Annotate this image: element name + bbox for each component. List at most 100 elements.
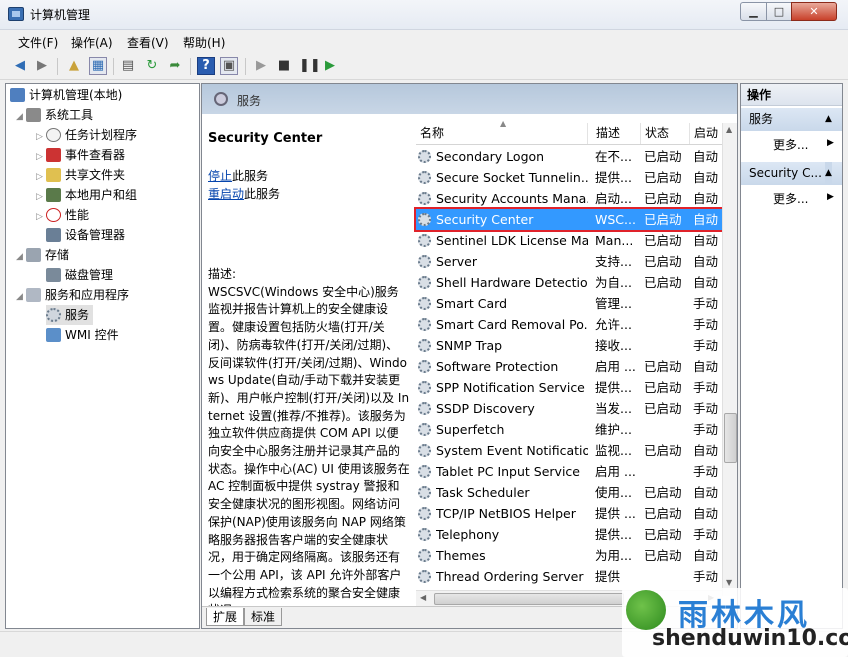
service-row[interactable]: Themes 为用... 已启动 自动 <box>416 545 722 566</box>
horizontal-scroll-thumb[interactable] <box>434 593 624 605</box>
tree-item-performance[interactable]: ▷ 性能 <box>36 205 89 225</box>
restart-service-link[interactable]: 重启动 <box>208 187 244 201</box>
refresh-icon[interactable]: ↻ <box>143 57 161 75</box>
tree-item-wmi-control[interactable]: WMI 控件 <box>46 325 119 345</box>
properties-icon[interactable]: ▤ <box>119 57 137 75</box>
collapse-arrow-icon[interactable]: ◢ <box>16 287 26 307</box>
menu-view[interactable]: 查看(V) <box>127 34 169 51</box>
more-actions-link[interactable]: 更多... <box>773 190 808 207</box>
view-icon[interactable]: ▣ <box>220 57 238 75</box>
service-row[interactable]: Thread Ordering Server 提供 手动 <box>416 566 722 587</box>
tree-item-task-scheduler[interactable]: ▷ 任务计划程序 <box>36 125 137 145</box>
tree-item-services-and-apps[interactable]: ◢ 服务和应用程序 <box>16 285 129 305</box>
expand-arrow-icon[interactable]: ▷ <box>36 207 46 227</box>
back-arrow-icon[interactable]: ◀ <box>11 57 29 75</box>
service-startup-type: 自动 <box>693 170 719 185</box>
actions-section-services[interactable]: 服务 ▲ <box>741 108 842 131</box>
actions-section-security-center[interactable]: Security C... ▲ <box>741 162 842 185</box>
help-icon[interactable]: ? <box>197 57 215 75</box>
service-description-cell: 启用 ... <box>595 464 636 479</box>
service-row[interactable]: Server 支持... 已启动 自动 <box>416 251 722 272</box>
tree-item-event-viewer[interactable]: ▷ 事件查看器 <box>36 145 125 165</box>
collapse-up-icon[interactable]: ▲ <box>825 162 832 185</box>
tab-extended[interactable]: 扩展 <box>206 608 245 626</box>
submenu-arrow-icon[interactable]: ▶ <box>827 138 834 148</box>
service-row[interactable]: Smart Card Removal Po... 允许... 手动 <box>416 314 722 335</box>
menu-help[interactable]: 帮助(H) <box>183 34 225 51</box>
expand-arrow-icon[interactable]: ▷ <box>36 147 46 167</box>
close-button[interactable]: ✕ <box>791 2 837 21</box>
shared-folder-icon <box>46 168 61 182</box>
pause-icon[interactable]: ❚❚ <box>298 57 321 75</box>
stop-service-link[interactable]: 停止 <box>208 169 232 183</box>
maximize-button[interactable]: □ <box>766 2 792 21</box>
collapse-arrow-icon[interactable]: ◢ <box>16 107 26 127</box>
service-description-cell: 监视... <box>595 443 632 458</box>
service-row[interactable]: Task Scheduler 使用... 已启动 自动 <box>416 482 722 503</box>
service-row[interactable]: SSDP Discovery 当发... 已启动 手动 <box>416 398 722 419</box>
tree-item-shared-folders[interactable]: ▷ 共享文件夹 <box>36 165 125 185</box>
service-description-cell: 提供... <box>595 170 632 185</box>
service-gear-icon <box>418 423 431 436</box>
column-header-description[interactable]: 描述 <box>592 123 641 144</box>
service-row[interactable]: Security Accounts Mana... 启动... 已启动 自动 <box>416 188 722 209</box>
service-row[interactable]: System Event Notificatio... 监视... 已启动 自动 <box>416 440 722 461</box>
up-folder-icon[interactable]: ▲ <box>65 57 83 75</box>
service-startup-type: 手动 <box>693 569 719 584</box>
title-bar[interactable]: 计算机管理 ▁ □ ✕ <box>0 0 848 30</box>
vertical-scrollbar[interactable]: ▲ ▼ <box>722 123 737 596</box>
service-description-cell: 管理... <box>595 296 632 311</box>
submenu-arrow-icon[interactable]: ▶ <box>827 192 834 202</box>
minimize-button[interactable]: ▁ <box>740 2 767 21</box>
resume-icon[interactable]: ▶ <box>321 57 339 75</box>
column-header-status[interactable]: 状态 <box>641 123 690 144</box>
service-row[interactable]: Superfetch 维护... 手动 <box>416 419 722 440</box>
forward-arrow-icon[interactable]: ▶ <box>33 57 51 75</box>
service-row[interactable]: Secure Socket Tunnelin... 提供... 已启动 自动 <box>416 167 722 188</box>
service-row[interactable]: Tablet PC Input Service 启用 ... 手动 <box>416 461 722 482</box>
expand-arrow-icon[interactable]: ▷ <box>36 187 46 207</box>
service-row[interactable]: Software Protection 启用 ... 已启动 自动 <box>416 356 722 377</box>
menu-action[interactable]: 操作(A) <box>71 34 113 51</box>
scroll-down-icon[interactable]: ▼ <box>726 578 732 587</box>
tree-item-device-manager[interactable]: 设备管理器 <box>46 225 125 245</box>
play-icon[interactable]: ▶ <box>252 57 270 75</box>
export-icon[interactable]: ➦ <box>166 57 184 75</box>
more-actions-link[interactable]: 更多... <box>773 136 808 153</box>
service-gear-icon <box>418 297 431 310</box>
collapse-arrow-icon[interactable]: ◢ <box>16 247 26 267</box>
service-startup-type: 自动 <box>693 275 719 290</box>
collapse-up-icon[interactable]: ▲ <box>825 108 832 131</box>
service-row[interactable]: Sentinel LDK License Ma... Man... 已启动 自动 <box>416 230 722 251</box>
service-name: Secure Socket Tunnelin... <box>436 170 588 185</box>
stop-icon[interactable]: ■ <box>275 57 293 75</box>
scroll-left-icon[interactable]: ◀ <box>420 593 426 602</box>
service-row[interactable]: SPP Notification Service 提供... 已启动 手动 <box>416 377 722 398</box>
tree-item-system-tools[interactable]: ◢ 系统工具 <box>16 105 93 125</box>
service-row[interactable]: SNMP Trap 接收... 手动 <box>416 335 722 356</box>
service-row[interactable]: Shell Hardware Detection 为自... 已启动 自动 <box>416 272 722 293</box>
column-header-startup[interactable]: 启动 <box>690 123 724 144</box>
service-row[interactable]: Security Center WSC... 已启动 自动 <box>414 207 724 232</box>
expand-arrow-icon[interactable]: ▷ <box>36 167 46 187</box>
service-row[interactable]: Smart Card 管理... 手动 <box>416 293 722 314</box>
scroll-up-icon[interactable]: ▲ <box>726 125 732 134</box>
show-tree-icon[interactable]: ▦ <box>89 57 107 75</box>
service-row[interactable]: Secondary Logon 在不... 已启动 自动 <box>416 146 722 167</box>
tree-item-local-users[interactable]: ▷ 本地用户和组 <box>36 185 137 205</box>
tree-item-disk-management[interactable]: 磁盘管理 <box>46 265 113 285</box>
tab-standard[interactable]: 标准 <box>244 608 283 626</box>
console-tree: 计算机管理(本地) ◢ 系统工具 ▷ 任务计划程序 ▷ 事件查看器 ▷ 共享文件夹 ▷ 本… <box>5 83 200 629</box>
tree-item-computer-management[interactable]: 计算机管理(本地) <box>10 85 122 105</box>
service-row[interactable]: Telephony 提供... 已启动 手动 <box>416 524 722 545</box>
expand-arrow-icon[interactable]: ▷ <box>36 127 46 147</box>
computer-management-window: 计算机管理 ▁ □ ✕ 文件(F) 操作(A) 查看(V) 帮助(H) ◀ ▶ … <box>0 0 848 657</box>
service-row[interactable]: TCP/IP NetBIOS Helper 提供 ... 已启动 自动 <box>416 503 722 524</box>
computer-management-icon <box>8 7 24 21</box>
tree-item-services[interactable]: 服务 <box>46 305 94 325</box>
actions-pane: 操作 服务 ▲ 更多... ▶ Security C... ▲ 更多... ▶ <box>740 83 843 629</box>
tree-item-storage[interactable]: ◢ 存储 <box>16 245 69 265</box>
service-status: 已启动 <box>644 275 682 290</box>
vertical-scroll-thumb[interactable] <box>724 413 737 463</box>
menu-file[interactable]: 文件(F) <box>18 34 58 51</box>
